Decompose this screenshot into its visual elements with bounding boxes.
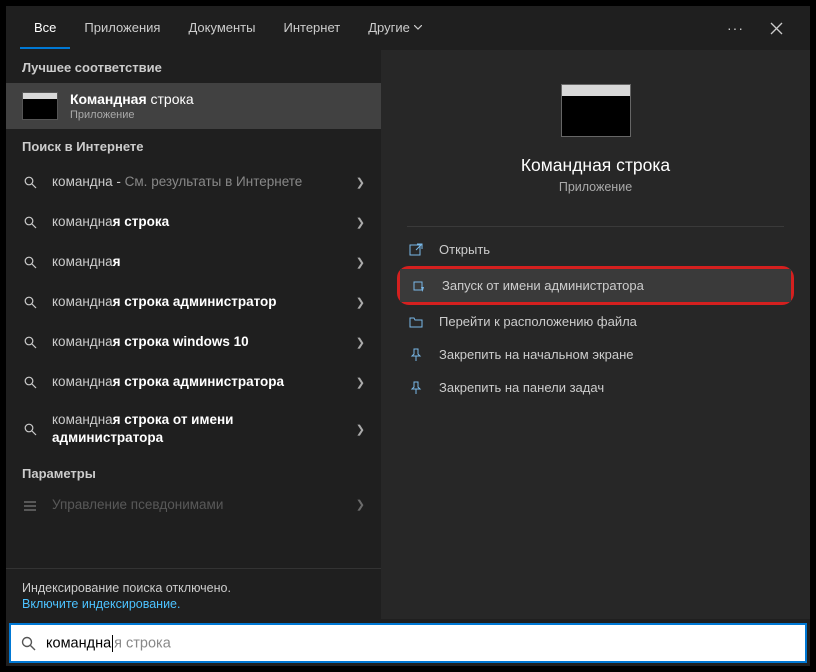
tab-internet[interactable]: Интернет: [269, 8, 354, 49]
search-icon: [22, 336, 38, 349]
search-icon: [22, 216, 38, 229]
app-large-icon: [561, 84, 631, 137]
pin-start-icon: [409, 348, 425, 362]
web-result-row[interactable]: командная строка ❯: [6, 202, 381, 242]
close-icon: [770, 22, 783, 35]
chevron-right-icon: ❯: [356, 376, 365, 389]
web-result-text: командна - См. результаты в Интернете: [52, 173, 342, 191]
detail-title: Командная строка: [521, 155, 670, 176]
indexing-footer: Индексирование поиска отключено. Включит…: [6, 568, 381, 619]
web-result-row[interactable]: командная строка windows 10 ❯: [6, 322, 381, 362]
web-result-row[interactable]: командная строка администратора ❯: [6, 362, 381, 402]
search-icon: [21, 636, 36, 651]
web-result-text: командная строка: [52, 213, 342, 231]
tab-documents[interactable]: Документы: [174, 8, 269, 49]
chevron-right-icon: ❯: [356, 256, 365, 269]
settings-icon: [22, 498, 38, 512]
chevron-right-icon: ❯: [356, 176, 365, 189]
search-window: Все Приложения Документы Интернет Другие…: [6, 6, 810, 666]
search-icon: [22, 376, 38, 389]
more-options-button[interactable]: ···: [715, 12, 756, 44]
highlight-annotation: Запуск от имени администратора: [397, 266, 794, 305]
web-result-row[interactable]: командна - См. результаты в Интернете ❯: [6, 162, 381, 202]
indexing-note: Индексирование поиска отключено.: [6, 575, 381, 595]
search-icon: [22, 176, 38, 189]
settings-row[interactable]: Управление псевдонимами ❯: [6, 489, 381, 520]
enable-indexing-link[interactable]: Включите индексирование.: [6, 595, 381, 619]
detail-subtitle: Приложение: [559, 180, 632, 194]
chevron-right-icon: ❯: [356, 423, 365, 436]
web-result-text: командная строка windows 10: [52, 333, 342, 351]
search-icon: [22, 423, 38, 436]
action-run-as-admin[interactable]: Запуск от имени администратора: [400, 269, 791, 302]
admin-icon: [412, 279, 428, 293]
action-admin-label: Запуск от имени администратора: [442, 278, 644, 293]
settings-row-label: Управление псевдонимами: [52, 497, 342, 512]
action-pin-taskbar[interactable]: Закрепить на панели задач: [381, 371, 810, 404]
action-location-label: Перейти к расположению файла: [439, 314, 637, 329]
search-text: командная строка: [46, 635, 171, 652]
section-settings: Параметры: [6, 456, 381, 489]
tab-apps[interactable]: Приложения: [70, 8, 174, 49]
search-icon: [22, 256, 38, 269]
results-panel: Лучшее соответствие Командная строка При…: [6, 50, 381, 619]
action-open-location[interactable]: Перейти к расположению файла: [381, 305, 810, 338]
web-result-row[interactable]: командная строка от имени администратора…: [6, 402, 381, 456]
section-best-match: Лучшее соответствие: [6, 50, 381, 83]
pin-taskbar-icon: [409, 381, 425, 395]
folder-icon: [409, 315, 425, 329]
tab-bar: Все Приложения Документы Интернет Другие…: [6, 6, 810, 50]
web-result-row[interactable]: командная ❯: [6, 242, 381, 282]
best-match-item[interactable]: Командная строка Приложение: [6, 83, 381, 129]
web-result-text: командная строка администратора: [52, 373, 342, 391]
action-pin-start[interactable]: Закрепить на начальном экране: [381, 338, 810, 371]
web-result-text: командная строка администратор: [52, 293, 342, 311]
web-result-row[interactable]: командная строка администратор ❯: [6, 282, 381, 322]
best-match-title: Командная строка: [70, 91, 194, 107]
chevron-right-icon: ❯: [356, 336, 365, 349]
action-pin-start-label: Закрепить на начальном экране: [439, 347, 634, 362]
action-open-label: Открыть: [439, 242, 490, 257]
search-icon: [22, 296, 38, 309]
tab-other[interactable]: Другие: [354, 8, 436, 49]
search-input[interactable]: командная строка: [9, 623, 807, 663]
chevron-right-icon: ❯: [356, 216, 365, 229]
chevron-right-icon: ❯: [356, 498, 365, 511]
web-result-text: командная строка от имени администратора: [52, 411, 342, 447]
best-match-subtitle: Приложение: [70, 109, 194, 121]
divider: [407, 226, 785, 227]
tab-all[interactable]: Все: [20, 8, 70, 49]
detail-panel: Командная строка Приложение Открыть Запу…: [381, 50, 810, 619]
action-open[interactable]: Открыть: [381, 233, 810, 266]
chevron-right-icon: ❯: [356, 296, 365, 309]
close-button[interactable]: [756, 8, 796, 48]
tab-other-label: Другие: [368, 20, 410, 35]
cmd-icon: [22, 92, 58, 120]
action-pin-taskbar-label: Закрепить на панели задач: [439, 380, 604, 395]
section-web-search: Поиск в Интернете: [6, 129, 381, 162]
open-icon: [409, 243, 425, 257]
chevron-down-icon: [414, 25, 422, 30]
web-result-text: командная: [52, 253, 342, 271]
